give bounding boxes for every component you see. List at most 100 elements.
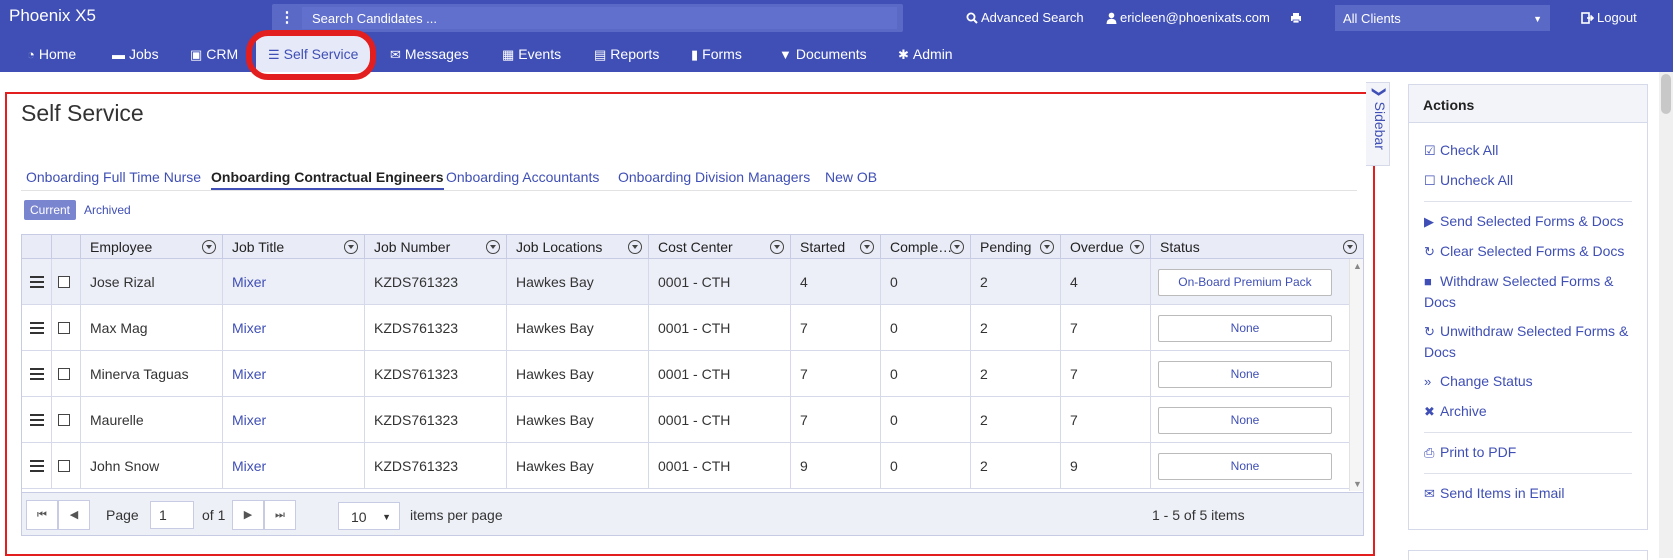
grid-scrollbar[interactable]: ▲ ▼ <box>1349 259 1363 491</box>
cell-job-title[interactable]: Mixer <box>222 397 364 443</box>
scrollbar-thumb[interactable] <box>1661 74 1671 114</box>
cell-job-title[interactable]: Mixer <box>222 443 364 489</box>
search-options-icon[interactable]: ⋮ <box>272 4 302 32</box>
cell-job-title[interactable]: Mixer <box>222 305 364 351</box>
subtab-current[interactable]: Current <box>24 200 77 220</box>
cell-employee: Max Mag <box>80 305 222 351</box>
table-row[interactable]: Max Mag Mixer KZDS761323 Hawkes Bay 0001… <box>22 305 1349 351</box>
action-withdraw-selected[interactable]: ■ Withdraw Selected Forms & Docs <box>1424 271 1639 312</box>
action-send-selected[interactable]: ▶ Send Selected Forms & Docs <box>1424 211 1639 232</box>
cell-employee: Minerva Taguas <box>80 351 222 397</box>
action-label: Unwithdraw Selected Forms & Docs <box>1424 323 1629 360</box>
filter-icon[interactable] <box>1040 240 1054 254</box>
tab-onboarding-accountants[interactable]: Onboarding Accountants <box>446 169 599 185</box>
page-scrollbar[interactable] <box>1659 72 1673 558</box>
status-button[interactable]: None <box>1158 453 1332 480</box>
status-button[interactable]: None <box>1158 361 1332 388</box>
action-archive[interactable]: ✖ Archive <box>1424 401 1639 422</box>
nav-home[interactable]: ◔ Home <box>27 36 76 72</box>
filter-icon[interactable] <box>486 240 500 254</box>
filter-icon[interactable] <box>628 240 642 254</box>
column-header-job-title[interactable]: Job Title <box>222 235 364 259</box>
status-button[interactable]: None <box>1158 315 1332 342</box>
user-menu[interactable]: ericleen@phoenixats.com <box>1106 10 1270 25</box>
cell-started: 7 <box>790 305 880 351</box>
nav-admin[interactable]: ✱ Admin <box>898 36 953 72</box>
table-row[interactable]: John Snow Mixer KZDS761323 Hawkes Bay 00… <box>22 443 1349 489</box>
top-bar: Phoenix X5 ⋮ Advanced Search ericleen@ph… <box>0 0 1673 36</box>
filter-icon[interactable] <box>950 240 964 254</box>
tab-new-ob[interactable]: New OB <box>825 169 877 185</box>
hamburger-icon[interactable] <box>30 414 44 426</box>
logout-label: Logout <box>1597 10 1637 25</box>
action-send-email[interactable]: ✉ Send Items in Email <box>1424 483 1639 504</box>
nav-jobs[interactable]: ▬ Jobs <box>112 36 159 72</box>
page-number-input[interactable] <box>150 501 194 529</box>
cell-job-locations: Hawkes Bay <box>506 397 648 443</box>
column-header-job-number[interactable]: Job Number <box>364 235 506 259</box>
nav-documents[interactable]: ▼ Documents <box>779 36 867 72</box>
filter-icon[interactable] <box>770 240 784 254</box>
page-size-select[interactable]: 10 ▼ <box>338 502 400 530</box>
nav-messages[interactable]: ✉ Messages <box>390 36 469 72</box>
hamburger-icon[interactable] <box>30 276 44 288</box>
column-header-pending[interactable]: Pending <box>970 235 1060 259</box>
filter-icon[interactable] <box>344 240 358 254</box>
scroll-up-icon[interactable]: ▲ <box>1353 261 1362 271</box>
next-page-button[interactable]: ▶ <box>232 500 264 530</box>
scroll-down-icon[interactable]: ▼ <box>1353 479 1362 489</box>
filter-icon[interactable] <box>860 240 874 254</box>
action-print-pdf[interactable]: ⎙ Print to PDF <box>1424 442 1639 463</box>
column-header-job-locations[interactable]: Job Locations <box>506 235 648 259</box>
sidebar-toggle-label[interactable]: ❯ Sidebar <box>1372 86 1388 150</box>
hamburger-icon[interactable] <box>30 368 44 380</box>
column-header-menu <box>22 235 51 259</box>
tab-onboarding-division-managers[interactable]: Onboarding Division Managers <box>618 169 810 185</box>
hamburger-icon[interactable] <box>30 322 44 334</box>
tab-onboarding-full-time-nurse[interactable]: Onboarding Full Time Nurse <box>26 169 201 185</box>
nav-label: Reports <box>610 46 660 62</box>
app-title[interactable]: Phoenix X5 <box>9 6 96 26</box>
nav-crm[interactable]: ▣ CRM <box>190 36 238 72</box>
action-clear-selected[interactable]: ↻ Clear Selected Forms & Docs <box>1424 241 1639 262</box>
cell-overdue: 7 <box>1060 397 1150 443</box>
filter-icon[interactable] <box>1130 240 1144 254</box>
table-row[interactable]: Jose Rizal Mixer KZDS761323 Hawkes Bay 0… <box>22 259 1349 305</box>
last-page-button[interactable]: ⏭ <box>264 500 296 530</box>
status-button[interactable]: None <box>1158 407 1332 434</box>
column-header-cost-center[interactable]: Cost Center <box>648 235 790 259</box>
table-row[interactable]: Maurelle Mixer KZDS761323 Hawkes Bay 000… <box>22 397 1349 443</box>
client-select[interactable]: All Clients ▼ <box>1335 5 1550 31</box>
column-header-started[interactable]: Started <box>790 235 880 259</box>
tab-onboarding-contractual-engineers[interactable]: Onboarding Contractual Engineers <box>211 169 444 190</box>
column-header-completed[interactable]: Comple… <box>880 235 970 259</box>
table-row[interactable]: Minerva Taguas Mixer KZDS761323 Hawkes B… <box>22 351 1349 397</box>
action-unwithdraw-selected[interactable]: ↻ Unwithdraw Selected Forms & Docs <box>1424 321 1639 362</box>
nav-events[interactable]: ▦ Events <box>502 36 561 72</box>
column-header-label: Employee <box>90 239 153 255</box>
subtab-archived[interactable]: Archived <box>84 203 131 217</box>
first-page-button[interactable]: ⏮ <box>26 500 58 530</box>
logout-link[interactable]: Logout <box>1581 10 1637 25</box>
hamburger-icon[interactable] <box>30 460 44 472</box>
print-button[interactable] <box>1290 10 1305 25</box>
action-uncheck-all[interactable]: ☐ Uncheck All <box>1424 170 1639 191</box>
nav-forms[interactable]: ▮ Forms <box>691 36 742 72</box>
action-check-all[interactable]: ☑ Check All <box>1424 140 1639 161</box>
status-button[interactable]: On-Board Premium Pack <box>1158 269 1332 296</box>
cell-job-title[interactable]: Mixer <box>222 259 364 305</box>
cell-job-title[interactable]: Mixer <box>222 351 364 397</box>
column-header-employee[interactable]: Employee <box>80 235 222 259</box>
nav-label: CRM <box>206 46 239 62</box>
client-select-value: All Clients <box>1343 11 1401 26</box>
prev-page-button[interactable]: ◀ <box>58 500 90 530</box>
search-input[interactable] <box>302 7 897 29</box>
filter-icon[interactable] <box>1343 240 1357 254</box>
column-header-overdue[interactable]: Overdue <box>1060 235 1150 259</box>
nav-reports[interactable]: ▤ Reports <box>594 36 659 72</box>
filter-icon[interactable] <box>202 240 216 254</box>
print-icon: ⎙ <box>1424 445 1435 460</box>
column-header-status[interactable]: Status <box>1150 235 1363 259</box>
advanced-search-link[interactable]: Advanced Search <box>966 10 1084 25</box>
action-change-status[interactable]: » Change Status <box>1424 371 1639 392</box>
